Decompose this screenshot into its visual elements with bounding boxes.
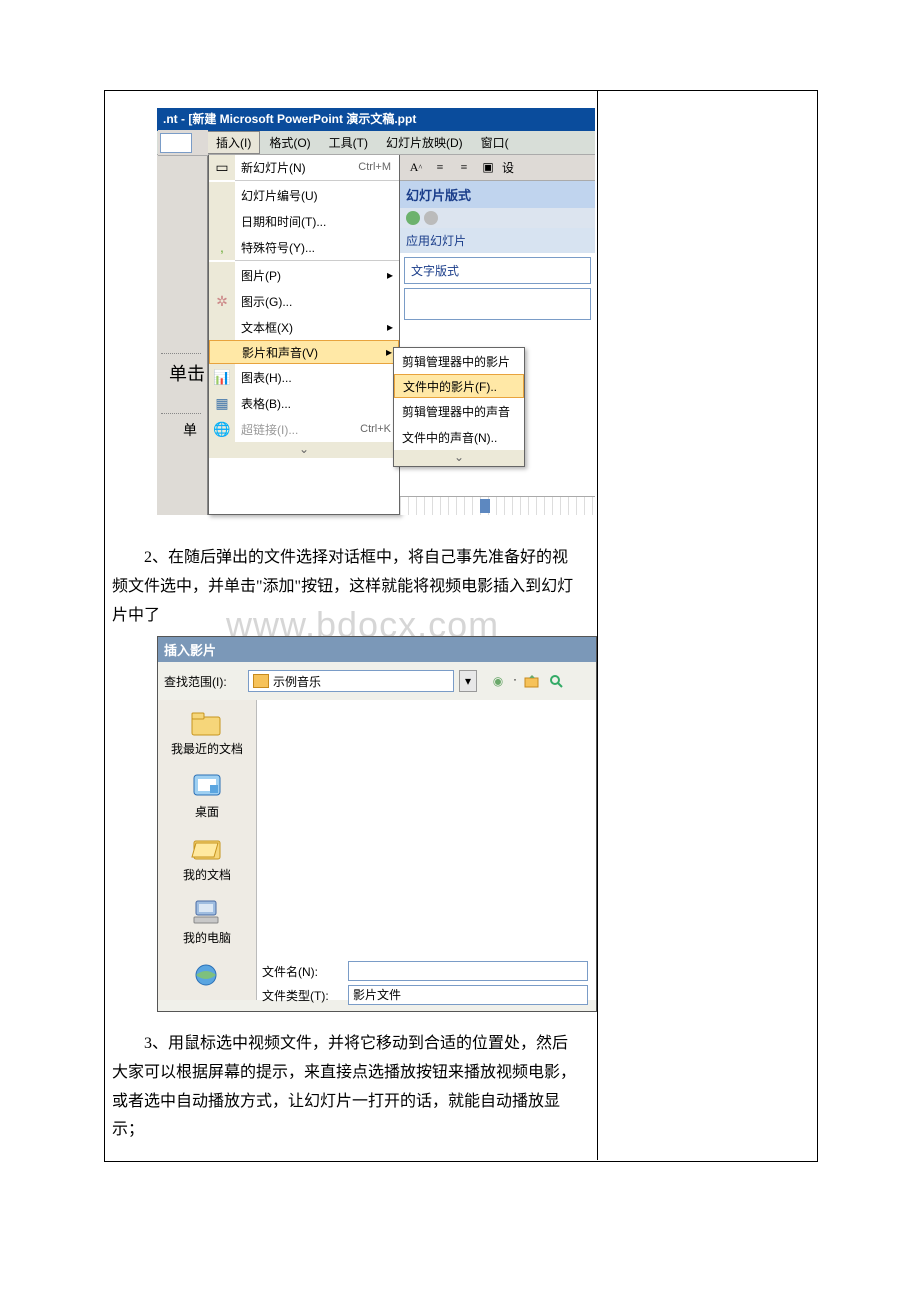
- indent-dec-icon[interactable]: ≡: [430, 159, 450, 177]
- desktop-icon: [189, 771, 225, 801]
- place-network[interactable]: [189, 960, 225, 992]
- menuitem-slide-number[interactable]: 幻灯片编号(U): [209, 182, 399, 208]
- strip-text-1: 单击: [169, 360, 205, 386]
- font-grow-icon[interactable]: A^: [406, 159, 426, 177]
- paragraph-step-2: 2、在随后弹出的文件选择对话框中，将自己事先准备好的视频文件选中，并单击"添加"…: [112, 544, 580, 630]
- submenu-arrow-icon: ▸: [387, 320, 399, 334]
- window-titlebar: .nt - [新建 Microsoft PowerPoint 演示文稿.ppt: [157, 108, 595, 131]
- submenu-expand-icon[interactable]: ⌄: [394, 450, 524, 466]
- menuitem-new-slide[interactable]: ▭ 新幻灯片(N) Ctrl+M: [209, 154, 399, 180]
- menuitem-picture[interactable]: 图片(P) ▸: [209, 262, 399, 288]
- filename-label: 文件名(N):: [262, 963, 342, 980]
- menuitem-table[interactable]: ▦ 表格(B)...: [209, 390, 399, 416]
- screenshot-insert-movie-dialog: 插入影片 查找范围(I): 示例音乐 ▾ ◉ ·: [157, 636, 597, 1012]
- menuitem-symbol[interactable]: , 特殊符号(Y)...: [209, 234, 399, 260]
- nav-back-icon[interactable]: [406, 211, 420, 225]
- taskpane-title: 幻灯片版式: [400, 181, 595, 208]
- strip-text-2: 单: [183, 420, 197, 440]
- dialog-title: 插入影片: [158, 637, 596, 662]
- screenshot-powerpoint-menu: .nt - [新建 Microsoft PowerPoint 演示文稿.ppt …: [157, 108, 595, 518]
- paragraph-step-3: 3、用鼠标选中视频文件，并将它移动到合适的位置处，然后大家可以根据屏幕的提示，来…: [112, 1030, 580, 1145]
- new-slide-icon: ▭: [215, 159, 228, 176]
- menu-tools[interactable]: 工具(T): [320, 131, 377, 154]
- symbol-icon: ,: [220, 239, 224, 255]
- table-icon: ▦: [215, 395, 228, 412]
- menu-expand-icon[interactable]: ⌄: [209, 442, 399, 458]
- place-recent[interactable]: 我最近的文档: [171, 708, 243, 757]
- recent-folder-icon: [189, 708, 225, 738]
- toolbar-dropdown[interactable]: [160, 133, 192, 153]
- format-toolbar: A^ ≡ ≡ ▣ 设: [400, 155, 595, 181]
- menubar: 图(V) 插入(I) 格式(O) 工具(T) 幻灯片放映(D) 窗口(: [157, 131, 595, 155]
- menuitem-hyperlink[interactable]: 🌐 超链接(I)... Ctrl+K: [209, 416, 399, 442]
- computer-icon: [189, 897, 225, 927]
- menu-window[interactable]: 窗口(: [472, 131, 518, 154]
- place-mydocs[interactable]: 我的文档: [183, 834, 231, 883]
- ruler: [400, 496, 595, 515]
- submenu-clip-movie[interactable]: 剪辑管理器中的影片: [394, 348, 524, 374]
- menuitem-chart[interactable]: 📊 图表(H)...: [209, 364, 399, 390]
- ruler-marker[interactable]: [480, 499, 490, 513]
- slide-panel-strip: 单击 单: [157, 155, 208, 515]
- back-icon[interactable]: ◉: [489, 672, 507, 690]
- movie-sound-submenu: 剪辑管理器中的影片 文件中的影片(F).. 剪辑管理器中的声音 文件中的声音(N…: [393, 347, 525, 467]
- lookup-row: 查找范围(I): 示例音乐 ▾ ◉ ·: [158, 662, 596, 700]
- menu-slideshow[interactable]: 幻灯片放映(D): [377, 131, 472, 154]
- folder-icon: [253, 674, 269, 688]
- menuitem-textbox[interactable]: 文本框(X) ▸: [209, 314, 399, 340]
- insert-dropdown: ▭ 新幻灯片(N) Ctrl+M 幻灯片编号(U) 日期和时间(T)... , …: [208, 153, 400, 515]
- place-desktop[interactable]: 桌面: [189, 771, 225, 820]
- filetype-label: 文件类型(T):: [262, 987, 342, 1004]
- menu-insert[interactable]: 插入(I): [207, 131, 260, 154]
- lookup-dropdown-button[interactable]: ▾: [459, 670, 477, 692]
- filename-input[interactable]: [348, 961, 588, 981]
- menuitem-date-time[interactable]: 日期和时间(T)...: [209, 208, 399, 234]
- menuitem-movie-sound[interactable]: 影片和声音(V) ▸: [209, 340, 399, 364]
- toolbar-label: 设: [502, 159, 514, 176]
- up-level-icon[interactable]: [523, 672, 541, 690]
- taskpane-nav: [400, 208, 595, 228]
- menu-format[interactable]: 格式(O): [260, 131, 319, 154]
- sep: ·: [513, 672, 517, 690]
- page-container: www.bdocx.com .nt - [新建 Microsoft PowerP…: [0, 0, 920, 1302]
- menuitem-diagram[interactable]: ✲ 图示(G)...: [209, 288, 399, 314]
- taskpane-apply-label: 应用幻灯片: [400, 228, 595, 253]
- search-icon[interactable]: [547, 672, 565, 690]
- diagram-icon: ✲: [216, 293, 228, 310]
- layout-thumb[interactable]: [404, 288, 591, 320]
- submenu-clip-sound[interactable]: 剪辑管理器中的声音: [394, 398, 524, 424]
- submenu-file-movie[interactable]: 文件中的影片(F)..: [394, 374, 524, 398]
- file-list[interactable]: [257, 700, 596, 1000]
- filetype-combo[interactable]: 影片文件: [348, 985, 588, 1005]
- indent-inc-icon[interactable]: ≡: [454, 159, 474, 177]
- place-computer[interactable]: 我的电脑: [183, 897, 231, 946]
- lookup-combo[interactable]: 示例音乐: [248, 670, 454, 692]
- nav-fwd-icon[interactable]: [424, 211, 438, 225]
- column-divider: [597, 90, 599, 1160]
- lookup-folder-name: 示例音乐: [273, 673, 321, 690]
- submenu-arrow-icon: ▸: [387, 268, 399, 282]
- places-bar: 我最近的文档 桌面 我的文档: [158, 700, 257, 1000]
- lookup-label: 查找范围(I):: [164, 673, 242, 690]
- layout-category[interactable]: 文字版式: [404, 257, 591, 284]
- mydocs-icon: [189, 834, 225, 864]
- network-icon: [189, 960, 225, 990]
- hyperlink-icon: 🌐: [213, 421, 230, 438]
- chart-icon: 📊: [213, 369, 230, 386]
- design-icon[interactable]: ▣: [478, 159, 498, 177]
- submenu-file-sound[interactable]: 文件中的声音(N)..: [394, 424, 524, 450]
- taskpane-area: A^ ≡ ≡ ▣ 设 幻灯片版式 应用幻灯片 文字版式 剪辑管理器中的影片 文: [400, 155, 595, 515]
